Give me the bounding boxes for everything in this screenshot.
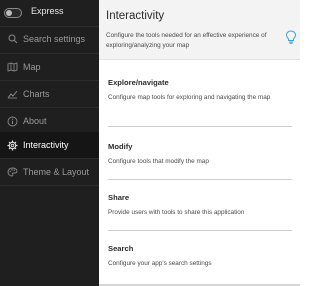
section-divider <box>108 230 292 231</box>
section-title: Search <box>108 244 134 253</box>
sidebar-item-map[interactable]: Map <box>0 54 99 80</box>
map-icon <box>7 62 18 73</box>
section-divider <box>108 179 292 180</box>
chart-icon <box>7 89 18 100</box>
main-panel: Interactivity Configure the tools needed… <box>99 0 300 286</box>
toggle-knob <box>6 10 12 16</box>
sidebar-item-label: Charts <box>23 89 50 99</box>
info-icon <box>7 116 18 127</box>
section-title: Explore/navigate <box>108 78 169 87</box>
sidebar: Express Search settings Map Charts About… <box>0 0 99 286</box>
section-title: Modify <box>108 142 133 151</box>
section-search[interactable]: Search Configure your app's search setti… <box>108 244 292 269</box>
sidebar-item-label: Theme & Layout <box>23 167 90 177</box>
section-description: Provide users with tools to share this a… <box>108 209 245 216</box>
page-title: Interactivity <box>106 10 165 22</box>
express-toggle-label: Express <box>31 6 64 16</box>
gear-icon <box>7 140 18 151</box>
section-modify[interactable]: Modify Configure tools that modify the m… <box>108 142 292 167</box>
lightbulb-icon[interactable] <box>285 30 297 44</box>
sidebar-item-about[interactable]: About <box>0 108 99 134</box>
sidebar-item-label: Map <box>23 62 41 72</box>
page-description: Configure the tools needed for an effect… <box>106 32 267 49</box>
section-explore-navigate[interactable]: Explore/navigate Configure map tools for… <box>108 78 292 103</box>
sidebar-item-label: About <box>23 116 47 126</box>
sidebar-item-theme-layout[interactable]: Theme & Layout <box>0 159 99 185</box>
sidebar-divider <box>0 185 99 186</box>
sidebar-item-interactivity[interactable]: Interactivity <box>0 132 99 158</box>
section-share[interactable]: Share Provide users with tools to share … <box>108 193 292 218</box>
sidebar-item-charts[interactable]: Charts <box>0 81 99 107</box>
express-toggle[interactable] <box>4 8 22 18</box>
sidebar-item-label: Interactivity <box>23 140 69 150</box>
palette-icon <box>7 167 18 178</box>
sidebar-item-label: Search settings <box>23 34 86 44</box>
section-description: Configure map tools for exploring and na… <box>108 94 271 101</box>
section-description: Configure your app's search settings <box>108 260 212 267</box>
section-title: Share <box>108 193 130 202</box>
section-description: Configure tools that modify the map <box>108 158 209 165</box>
express-toggle-row[interactable]: Express <box>0 0 99 26</box>
search-icon <box>7 34 18 45</box>
section-divider <box>108 126 292 127</box>
panel-header: Interactivity Configure the tools needed… <box>99 0 300 60</box>
sidebar-item-search-settings[interactable]: Search settings <box>0 26 99 52</box>
